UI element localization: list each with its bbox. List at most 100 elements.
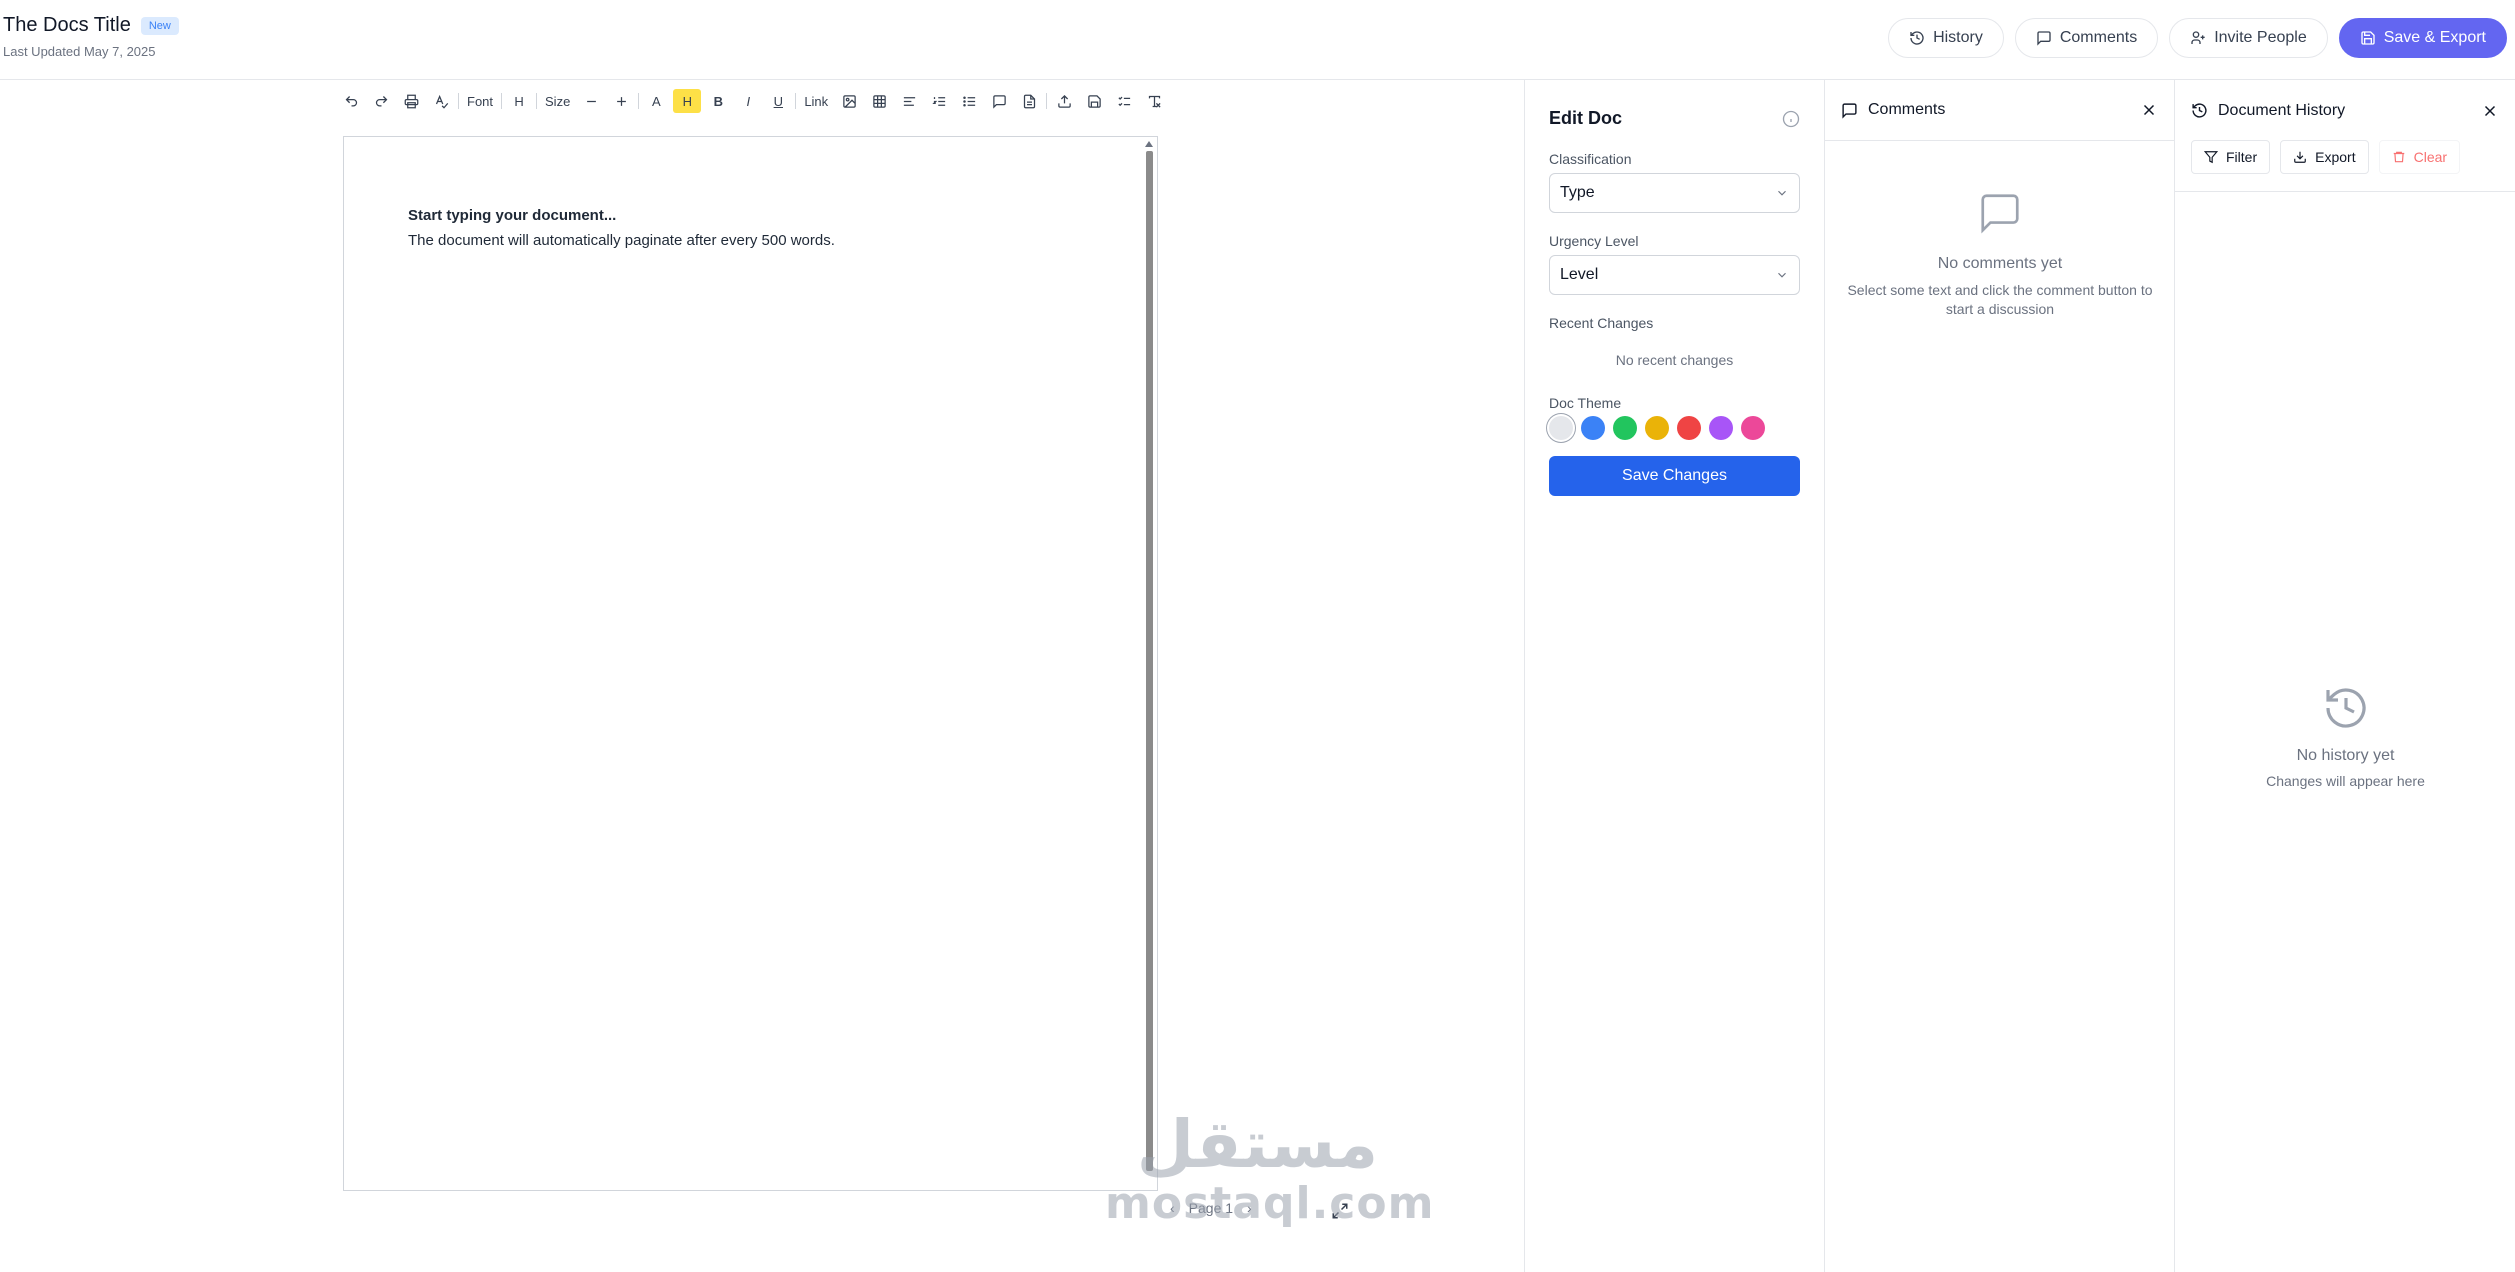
highlight-button[interactable]: H — [673, 89, 702, 113]
save-doc-button[interactable] — [1079, 89, 1109, 113]
new-badge: New — [140, 16, 179, 35]
save-changes-button[interactable]: Save Changes — [1549, 456, 1800, 496]
insert-table-button[interactable] — [864, 89, 894, 113]
message-square-icon — [1981, 194, 2019, 234]
history-button[interactable]: History — [1888, 18, 2004, 58]
clear-format-button[interactable] — [1139, 89, 1169, 113]
italic-button[interactable]: I — [733, 89, 763, 113]
comment-icon — [2037, 31, 2051, 46]
link-button[interactable]: Link — [798, 89, 834, 113]
text-color-button[interactable]: A — [641, 89, 671, 113]
no-comments-text: Select some text and click the comment b… — [1847, 282, 2153, 317]
info-icon[interactable] — [1782, 110, 1800, 133]
header-actions: History Comments Invite People Save & Ex… — [1888, 18, 2507, 58]
invite-people-button[interactable]: Invite People — [2169, 18, 2328, 58]
chevron-down-icon — [1778, 190, 1786, 196]
redo-button[interactable] — [366, 89, 396, 113]
bold-label: B — [713, 93, 723, 109]
comments-label: Comments — [2059, 29, 2138, 46]
document-page[interactable]: Start typing your document... The docume… — [343, 136, 1158, 1191]
history-icon — [1910, 31, 1924, 45]
classification-select[interactable]: Type — [1549, 173, 1800, 213]
history-empty-state: No history yet Changes will appear here — [2175, 684, 2515, 789]
theme-swatch[interactable] — [1645, 416, 1669, 440]
app-header: The Docs Title New Last Updated May 7, 2… — [0, 0, 2515, 80]
comments-button[interactable]: Comments — [2014, 18, 2159, 58]
close-icon[interactable] — [2140, 101, 2158, 119]
scroll-thumb[interactable] — [1146, 151, 1153, 1171]
history-title: Document History — [2218, 101, 2346, 119]
insert-image-button[interactable] — [834, 89, 864, 113]
add-comment-button[interactable] — [984, 89, 1014, 113]
increase-size-button[interactable] — [606, 89, 636, 113]
ordered-list-button[interactable] — [924, 89, 954, 113]
editor-scrollbar[interactable] — [1145, 141, 1154, 1181]
document-history-panel: Document History Filter Export Clear No … — [2174, 80, 2515, 1272]
save-icon — [2361, 31, 2375, 45]
recent-changes-label: Recent Changes — [1549, 315, 1654, 331]
upload-button[interactable] — [1049, 89, 1079, 113]
align-left-button[interactable] — [894, 89, 924, 113]
size-button[interactable]: Size — [539, 89, 576, 113]
history-actions: Filter Export Clear — [2191, 140, 2461, 174]
bold-button[interactable]: B — [703, 89, 733, 113]
comments-panel: Comments No comments yet Select some tex… — [1824, 80, 2174, 1272]
toolbar-divider — [501, 93, 503, 109]
heading-button[interactable]: H — [504, 89, 534, 113]
comment-icon — [992, 94, 1006, 109]
bullet-list-button[interactable] — [954, 89, 984, 113]
clear-history-button[interactable]: Clear — [2378, 140, 2461, 174]
font-button[interactable]: Font — [461, 89, 499, 113]
clear-label: Clear — [2413, 149, 2448, 165]
watermark-logo: مستقل mostaql.com — [1105, 1110, 1433, 1228]
image-icon — [842, 94, 856, 108]
toolbar-divider — [536, 93, 538, 109]
history-header: Document History — [2175, 80, 2515, 141]
history-icon — [2325, 688, 2366, 728]
theme-swatch[interactable] — [1581, 416, 1605, 440]
comment-icon — [1842, 102, 1857, 119]
toolbar-divider — [458, 93, 459, 109]
export-label: Export — [2315, 149, 2356, 165]
history-divider — [2175, 191, 2515, 192]
doc-title[interactable]: The Docs Title — [3, 14, 131, 37]
export-button[interactable]: Export — [2280, 140, 2369, 174]
theme-swatch[interactable] — [1677, 416, 1701, 440]
document-content[interactable]: Start typing your document... The docume… — [408, 203, 835, 253]
filter-button[interactable]: Filter — [2191, 140, 2271, 174]
underline-label: U — [773, 93, 783, 109]
spellcheck-icon — [435, 94, 448, 109]
scroll-up-icon[interactable] — [1145, 141, 1153, 147]
theme-swatch[interactable] — [1741, 416, 1765, 440]
checklist-button[interactable] — [1109, 89, 1139, 113]
theme-swatch[interactable] — [1613, 416, 1637, 440]
content-line-1: Start typing your document... — [408, 207, 617, 224]
doc-theme-label: Doc Theme — [1549, 395, 1622, 411]
save-export-button[interactable]: Save & Export — [2338, 18, 2507, 58]
plus-icon — [616, 96, 626, 106]
editor-toolbar: Font H Size A H B I U Link — [336, 88, 1169, 114]
theme-swatch[interactable] — [1549, 416, 1573, 440]
filter-label: Filter — [2226, 149, 2258, 165]
minus-icon — [586, 100, 596, 102]
underline-button[interactable]: U — [763, 89, 793, 113]
no-recent-changes: No recent changes — [1615, 352, 1734, 368]
print-button[interactable] — [396, 89, 426, 113]
theme-swatch[interactable] — [1709, 416, 1733, 440]
page-break-button[interactable] — [1014, 89, 1044, 113]
table-icon — [872, 94, 886, 108]
classification-label: Classification — [1549, 151, 1632, 167]
close-icon[interactable] — [2481, 102, 2499, 120]
edit-doc-panel: Edit Doc Classification Type Urgency Lev… — [1524, 80, 1824, 1272]
toolbar-divider — [638, 93, 640, 109]
undo-button[interactable] — [336, 89, 366, 113]
classification-value: Type — [1560, 184, 1595, 201]
history-label: History — [1933, 29, 1983, 46]
printer-icon — [404, 94, 418, 108]
urgency-select[interactable]: Level — [1549, 255, 1800, 295]
no-history-title: No history yet — [2296, 747, 2395, 764]
trash-icon — [2393, 151, 2404, 163]
spellcheck-button[interactable] — [426, 89, 456, 113]
urgency-value: Level — [1560, 266, 1599, 283]
decrease-size-button[interactable] — [576, 89, 606, 113]
